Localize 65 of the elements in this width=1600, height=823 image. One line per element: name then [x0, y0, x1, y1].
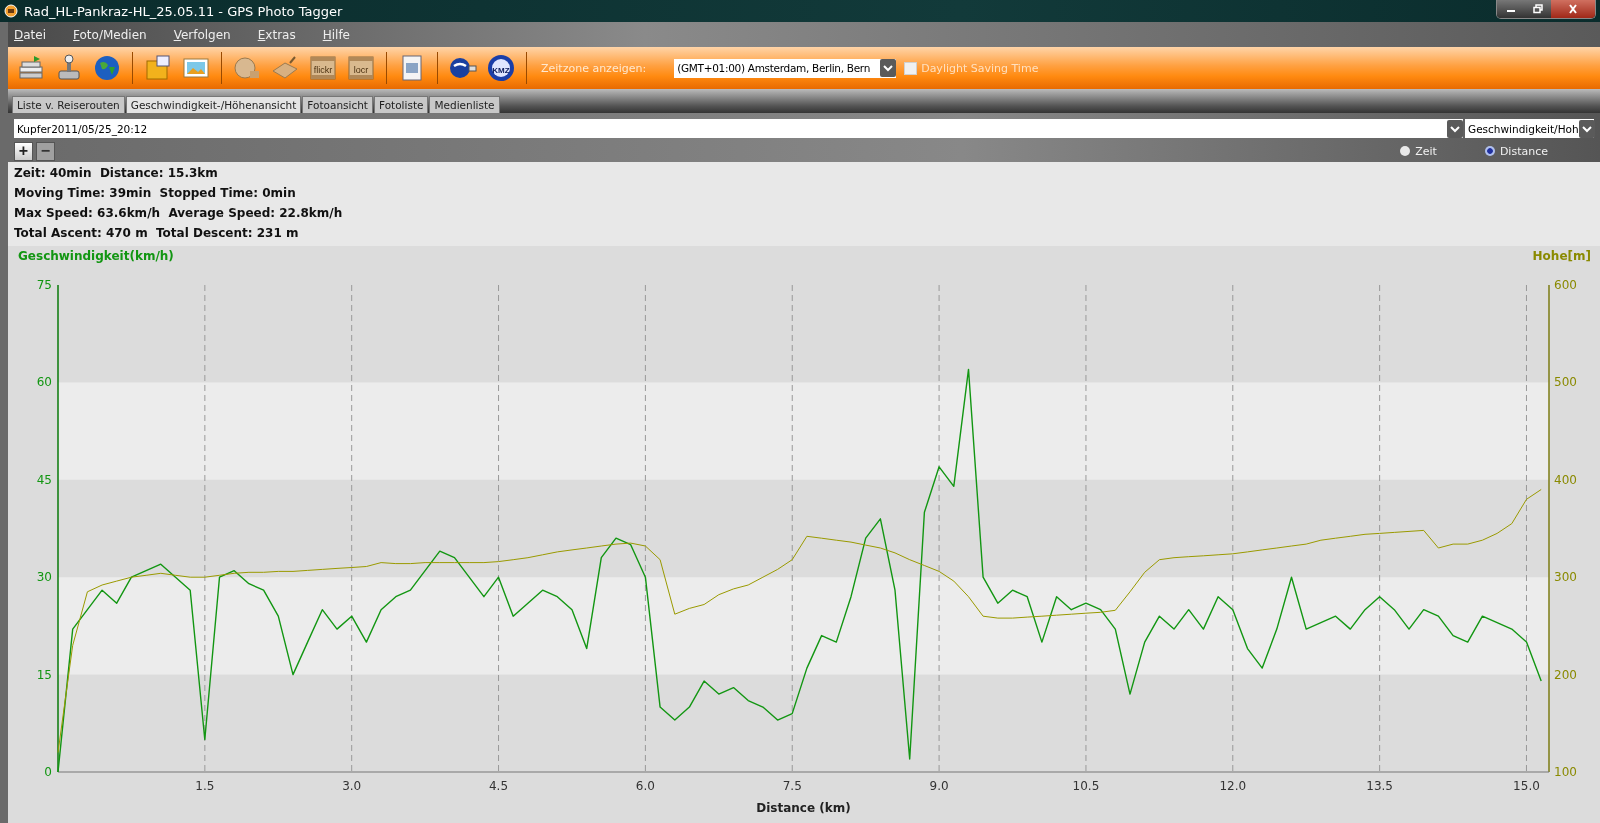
- close-button[interactable]: [1551, 0, 1595, 18]
- tick-label: 300: [1554, 570, 1577, 585]
- tick-label: 60: [36, 375, 52, 390]
- stats-line: Moving Time: 39min Stopped Time: 0min: [14, 185, 297, 202]
- film-button[interactable]: locr: [346, 53, 376, 83]
- tick-label: 1.5: [195, 779, 215, 793]
- tick-label: 500: [1554, 375, 1577, 390]
- tick-label: 6.0: [635, 779, 655, 793]
- tick-label: 45: [36, 472, 52, 487]
- tick-label: 75: [36, 278, 52, 292]
- chevron-down-icon: [880, 59, 897, 77]
- app-icon: [4, 4, 18, 18]
- tick-label: 9.0: [929, 779, 949, 793]
- menu-item[interactable]: Datei: [14, 27, 47, 42]
- tick-label: 10.5: [1072, 779, 1100, 793]
- folder-icon[interactable]: [143, 53, 173, 83]
- tab[interactable]: Geschwindigkeit-/Höhenansicht: [125, 96, 302, 113]
- tab[interactable]: Liste v. Reiserouten: [12, 96, 125, 113]
- tab[interactable]: Fotoliste: [373, 96, 429, 113]
- radio-label: Zeit: [1415, 144, 1437, 158]
- tick-label: 12.0: [1219, 779, 1247, 793]
- minimize-button[interactable]: [1497, 0, 1524, 18]
- tab[interactable]: Medienliste: [429, 96, 500, 113]
- menu-item[interactable]: Foto/Medien: [73, 27, 147, 42]
- menu-item[interactable]: Hilfe: [322, 27, 350, 42]
- tick-label: 3.0: [342, 779, 362, 793]
- restore-button[interactable]: [1524, 0, 1551, 18]
- tick-label: 30: [36, 570, 52, 585]
- menu-item[interactable]: Verfolgen: [173, 27, 231, 42]
- window-title: Rad_HL-Pankraz-HL_25.05.11 - GPS Photo Tagger: [24, 3, 343, 19]
- radio-button[interactable]: [1400, 146, 1411, 156]
- tab[interactable]: Fotoansicht: [302, 96, 373, 113]
- radio-label: Distance: [1499, 144, 1548, 158]
- kmz-button[interactable]: KMZ: [486, 53, 516, 83]
- tick-label: 4.5: [489, 779, 509, 793]
- tick-label: 400: [1554, 472, 1577, 487]
- tick-label: 15: [36, 667, 52, 682]
- tick-label: 13.5: [1366, 779, 1393, 793]
- radio-button[interactable]: [1484, 146, 1495, 156]
- timezone-select[interactable]: (GMT+01:00) Amsterdam, Berlin, Bern: [674, 58, 897, 78]
- axis-title: Geschwindigkeit(km/h): [18, 249, 174, 263]
- axis-title: Hohe[m]: [1532, 249, 1591, 263]
- tick-label: 600: [1554, 278, 1577, 292]
- close-icon: [1566, 4, 1580, 14]
- daylight-saving-checkbox[interactable]: [904, 61, 918, 75]
- stats-line: Total Ascent: 470 m Total Descent: 231 m: [14, 225, 300, 242]
- axis-title: Distance (km): [756, 801, 851, 815]
- tick-label: 7.5: [782, 779, 802, 793]
- timezone-label: Zeitzone anzeigen:: [541, 61, 647, 75]
- zoom-in-button[interactable]: +: [14, 141, 33, 161]
- menu-item[interactable]: Extras: [257, 27, 296, 42]
- chevron-down-icon: [1447, 119, 1463, 138]
- view-select[interactable]: Geschwindigkeit/Hoh: [1465, 119, 1594, 138]
- tick-label: 15.0: [1513, 779, 1540, 793]
- tick-label: 100: [1554, 765, 1577, 779]
- tick-label: 200: [1554, 667, 1577, 682]
- tick-label: 0: [44, 765, 52, 779]
- stats-line: Zeit: 40min Distance: 15.3km: [14, 165, 219, 182]
- stats-line: Max Speed: 63.6km/h Average Speed: 22.8km/h: [14, 205, 344, 222]
- checkbox-label: Daylight Saving Time: [921, 61, 1039, 75]
- film-button[interactable]: flickr: [308, 53, 338, 83]
- globe-icon[interactable]: [92, 53, 122, 83]
- chevron-down-icon: [1578, 119, 1595, 138]
- restore-icon: [1531, 4, 1544, 14]
- track-select[interactable]: Kupfer2011/05/25_20:12: [14, 119, 1463, 138]
